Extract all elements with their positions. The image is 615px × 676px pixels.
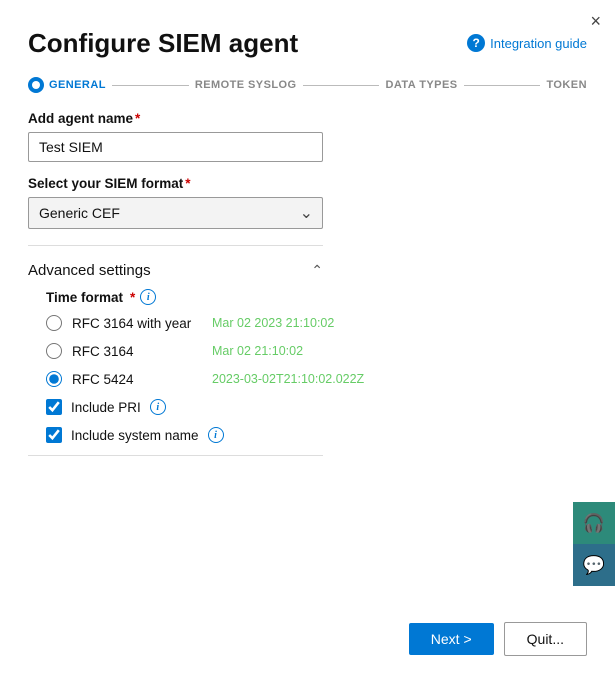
siem-format-select[interactable]: Generic CEF Splunk QRadar (28, 197, 323, 229)
time-format-label: Time format* i (46, 289, 587, 305)
radio-rfc3164-year-sample: Mar 02 2023 21:10:02 (212, 316, 334, 330)
include-system-name-label: Include system name (71, 428, 199, 443)
divider-1 (28, 245, 323, 246)
advanced-settings-label: Advanced settings (28, 262, 151, 279)
chevron-up-icon: ⌃ (311, 262, 323, 279)
modal-header: Configure SIEM agent ? Integration guide (0, 0, 615, 59)
agent-name-label: Add agent name* (28, 111, 587, 126)
radio-rfc3164: RFC 3164 Mar 02 21:10:02 (46, 343, 587, 359)
step-label-remote-syslog: REMOTE SYSLOG (195, 79, 297, 91)
time-format-info-icon[interactable]: i (140, 289, 156, 305)
advanced-settings-toggle[interactable]: Advanced settings ⌃ (28, 262, 323, 279)
step-label-general: GENERAL (49, 79, 106, 91)
step-remote-syslog: REMOTE SYSLOG (195, 79, 297, 91)
radio-rfc3164-year-label: RFC 3164 with year (72, 316, 202, 331)
siem-format-label: Select your SIEM format* (28, 176, 587, 191)
next-button[interactable]: Next > (409, 623, 494, 655)
step-line-2 (303, 85, 380, 86)
divider-2 (28, 455, 323, 456)
chat-icon: 💬 (583, 555, 605, 576)
radio-rfc3164-year-input[interactable] (46, 315, 62, 331)
chat-button[interactable]: 💬 (573, 544, 615, 586)
include-pri-option: Include PRI i (46, 399, 587, 415)
include-system-name-checkbox[interactable] (46, 427, 62, 443)
include-system-name-option: Include system name i (46, 427, 587, 443)
step-general: GENERAL (28, 77, 106, 93)
include-pri-checkbox[interactable] (46, 399, 62, 415)
side-actions: 🎧 💬 (573, 502, 615, 586)
radio-rfc3164-label: RFC 3164 (72, 344, 202, 359)
headset-icon: 🎧 (583, 513, 605, 534)
radio-rfc5424-sample: 2023-03-02T21:10:02.022Z (212, 372, 364, 386)
step-token: TOKEN (546, 79, 587, 91)
step-line-1 (112, 85, 189, 86)
step-line-3 (464, 85, 541, 86)
include-pri-label: Include PRI (71, 400, 141, 415)
integration-guide-label: Integration guide (490, 36, 587, 51)
step-label-data-types: DATA TYPES (385, 79, 457, 91)
modal-footer: Next > Quit... (0, 606, 615, 676)
agent-name-field: Add agent name* (28, 111, 587, 162)
radio-rfc3164-input[interactable] (46, 343, 62, 359)
radio-rfc5424: RFC 5424 2023-03-02T21:10:02.022Z (46, 371, 587, 387)
radio-rfc5424-label: RFC 5424 (72, 372, 202, 387)
include-system-name-info-icon[interactable]: i (208, 427, 224, 443)
stepper: GENERAL REMOTE SYSLOG DATA TYPES TOKEN (0, 59, 615, 93)
configure-siem-modal: × Configure SIEM agent ? Integration gui… (0, 0, 615, 676)
step-dot-general (28, 77, 44, 93)
integration-guide-icon: ? (467, 34, 485, 52)
siem-format-select-wrapper: Generic CEF Splunk QRadar ⌄ (28, 197, 323, 229)
radio-rfc3164-year: RFC 3164 with year Mar 02 2023 21:10:02 (46, 315, 587, 331)
modal-body: Add agent name* Select your SIEM format*… (0, 93, 615, 606)
radio-rfc3164-sample: Mar 02 21:10:02 (212, 344, 303, 358)
headset-button[interactable]: 🎧 (573, 502, 615, 544)
modal-title: Configure SIEM agent (28, 28, 298, 59)
step-data-types: DATA TYPES (385, 79, 457, 91)
step-label-token: TOKEN (546, 79, 587, 91)
quit-button[interactable]: Quit... (504, 622, 587, 656)
radio-rfc5424-input[interactable] (46, 371, 62, 387)
advanced-panel: Time format* i RFC 3164 with year Mar 02… (28, 289, 587, 443)
siem-format-field: Select your SIEM format* Generic CEF Spl… (28, 176, 587, 229)
integration-guide-link[interactable]: ? Integration guide (467, 34, 587, 52)
include-pri-info-icon[interactable]: i (150, 399, 166, 415)
agent-name-input[interactable] (28, 132, 323, 162)
close-button[interactable]: × (590, 12, 601, 30)
